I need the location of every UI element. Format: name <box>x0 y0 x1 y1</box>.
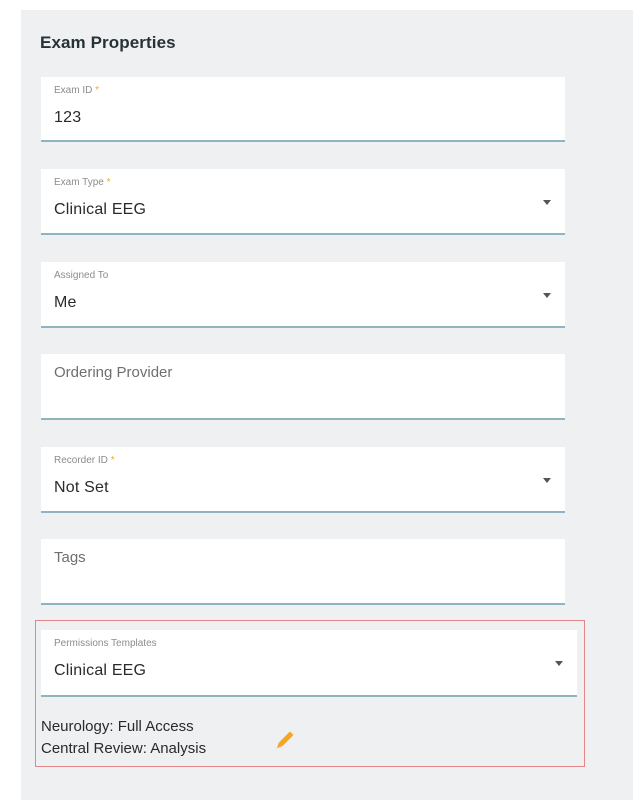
pencil-icon-svg <box>276 731 294 749</box>
recorder-id-value: Not Set <box>54 479 109 496</box>
tags-field[interactable]: Tags <box>41 539 565 605</box>
required-mark: * <box>95 85 100 96</box>
recorder-id-select[interactable]: Recorder ID * Not Set <box>41 447 565 513</box>
recorder-id-label: Recorder ID * <box>54 455 115 466</box>
chevron-down-icon[interactable] <box>555 661 563 666</box>
panel-title: Exam Properties <box>40 33 176 52</box>
required-mark: * <box>106 177 111 188</box>
exam-id-label-text: Exam ID <box>54 85 93 96</box>
assigned-to-label: Assigned To <box>54 270 109 281</box>
ordering-provider-placeholder: Ordering Provider <box>54 364 173 381</box>
chevron-down-icon[interactable] <box>543 478 551 483</box>
exam-type-select[interactable]: Exam Type * Clinical EEG <box>41 169 565 235</box>
permissions-templates-select[interactable]: Permissions Templates Clinical EEG <box>41 630 577 697</box>
permissions-templates-value: Clinical EEG <box>54 662 147 679</box>
exam-type-value: Clinical EEG <box>54 201 147 218</box>
exam-type-label: Exam Type * <box>54 177 111 188</box>
exam-id-field[interactable]: Exam ID * 123 <box>41 77 565 142</box>
assigned-to-select[interactable]: Assigned To Me <box>41 262 565 328</box>
permissions-templates-label: Permissions Templates <box>54 638 157 649</box>
required-mark: * <box>110 455 115 466</box>
permission-line-central-review: Central Review: Analysis <box>41 740 207 757</box>
chevron-down-icon[interactable] <box>543 200 551 205</box>
assigned-to-value: Me <box>54 294 77 311</box>
exam-id-label: Exam ID * <box>54 85 99 96</box>
permission-line-neurology: Neurology: Full Access <box>41 718 194 735</box>
exam-id-value: 123 <box>54 109 82 126</box>
tags-placeholder: Tags <box>54 549 86 566</box>
exam-type-label-text: Exam Type <box>54 177 104 188</box>
ordering-provider-field[interactable]: Ordering Provider <box>41 354 565 420</box>
pencil-icon[interactable] <box>271 728 297 754</box>
recorder-id-label-text: Recorder ID <box>54 455 108 466</box>
chevron-down-icon[interactable] <box>543 293 551 298</box>
